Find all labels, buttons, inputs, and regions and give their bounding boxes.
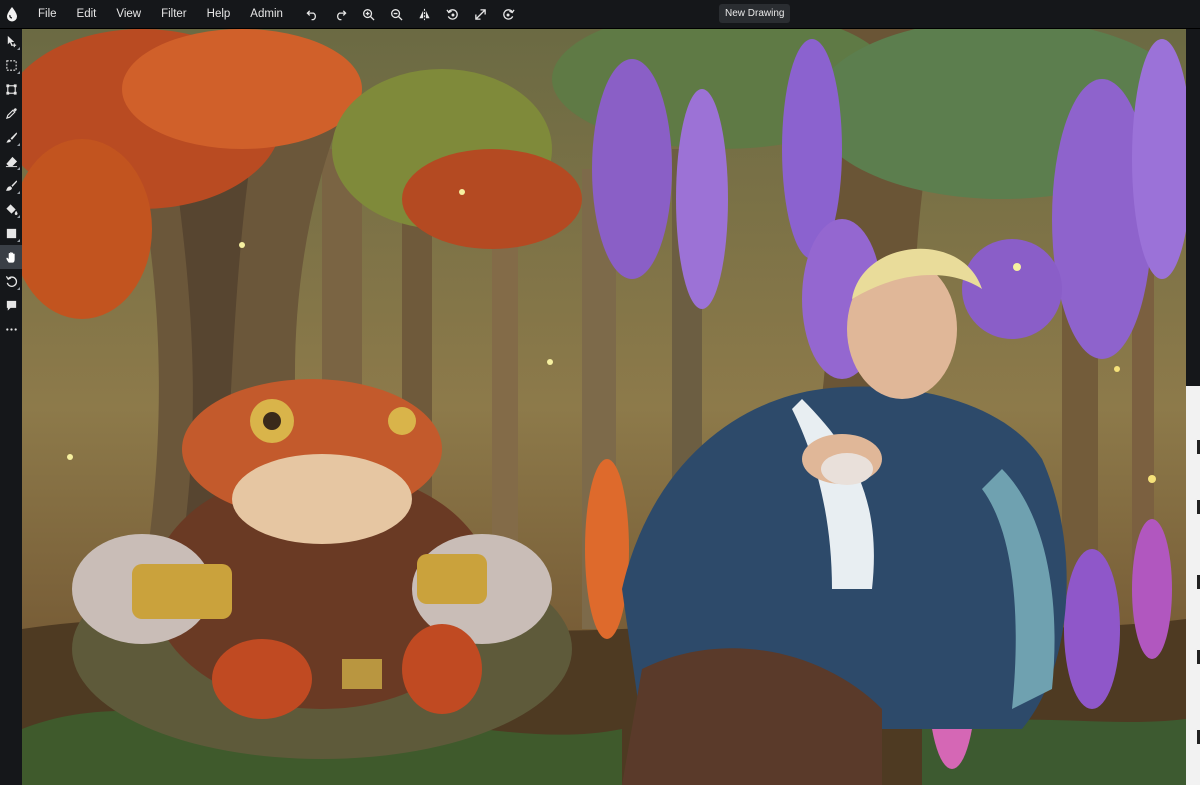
fullscreen-icon[interactable] [467,0,495,28]
move-icon [7,35,16,47]
smudge-icon [5,179,17,191]
menu-view[interactable]: View [106,0,151,28]
eraser-tool[interactable] [0,149,22,173]
more-icon [5,327,17,331]
reset-view-icon[interactable] [495,0,523,28]
select-tool[interactable] [0,53,22,77]
menu-file[interactable]: File [28,0,67,28]
submenu-indicator [17,71,20,74]
smudge-tool[interactable] [0,173,22,197]
redo-icon[interactable] [327,0,355,28]
comment-tool[interactable] [0,293,22,317]
transform-tool[interactable] [0,77,22,101]
submenu-indicator [17,239,20,242]
hand-tool[interactable] [0,245,22,269]
submenu-indicator [17,47,20,50]
submenu-indicator [17,143,20,146]
menu-edit[interactable]: Edit [67,0,107,28]
menu-list: File Edit View Filter Help Admin [24,0,293,28]
menubar: File Edit View Filter Help Admin New Dra… [0,0,1200,29]
move-tool[interactable] [0,29,22,53]
menu-admin[interactable]: Admin [240,0,293,28]
paint-bucket-icon [5,203,18,215]
eyedropper-tool[interactable] [0,101,22,125]
eyedropper-icon [5,107,17,119]
rotate-view-tool[interactable] [0,269,22,293]
hand-icon [5,251,15,263]
quick-actions [299,0,523,28]
zoom-in-icon[interactable] [355,0,383,28]
submenu-indicator [17,215,20,218]
fill-tool[interactable] [0,197,22,221]
document-title[interactable]: New Drawing [719,4,791,23]
flip-icon[interactable] [411,0,439,28]
eraser-icon [5,156,17,167]
shape-tool[interactable] [0,221,22,245]
menu-help[interactable]: Help [197,0,241,28]
zoom-out-icon[interactable] [383,0,411,28]
submenu-indicator [17,287,20,290]
rectangle-icon [6,228,16,238]
more-tools[interactable] [0,317,22,341]
transform-icon [5,83,17,95]
menu-filter[interactable]: Filter [151,0,197,28]
marquee-icon [5,59,17,71]
undo-icon[interactable] [299,0,327,28]
drop-logo-icon[interactable] [0,0,24,28]
drawing-canvas[interactable] [22,29,1186,785]
rotate-icon [5,275,17,287]
rotate-icon[interactable] [439,0,467,28]
toolbar [0,29,22,785]
brush-icon [5,131,17,143]
submenu-indicator [17,191,20,194]
brush-tool[interactable] [0,125,22,149]
artwork [22,29,1186,785]
submenu-indicator [17,167,20,170]
speech-bubble-icon [6,300,16,311]
